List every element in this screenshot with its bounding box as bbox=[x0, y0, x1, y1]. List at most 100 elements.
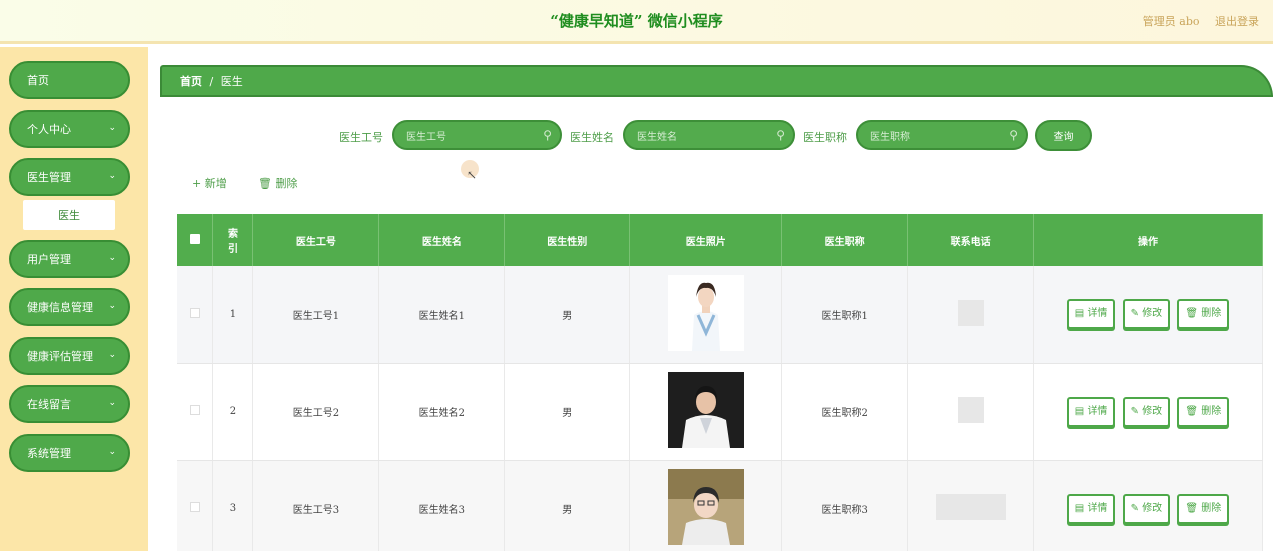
batch-delete-label: 删除 bbox=[275, 177, 298, 190]
cell-index: 3 bbox=[212, 460, 254, 551]
edit-button[interactable]: ✎ 修改 bbox=[1122, 493, 1171, 524]
edit-icon: ✎ bbox=[1130, 502, 1143, 514]
header-doctor-photo[interactable]: 医生照片 bbox=[629, 214, 783, 266]
select-all-cell bbox=[177, 214, 214, 266]
detail-label: 详情 bbox=[1087, 502, 1108, 514]
header-doctor-name[interactable]: 医生姓名 bbox=[378, 214, 506, 266]
select-all-checkbox[interactable] bbox=[189, 233, 200, 244]
cell-doctor-photo bbox=[629, 266, 783, 364]
row-select-cell bbox=[177, 363, 214, 461]
sidebar-item-online-message[interactable]: 在线留言 ⌄ bbox=[9, 385, 130, 423]
doctor-photo[interactable] bbox=[667, 469, 744, 545]
header-index[interactable]: 索引 bbox=[212, 214, 254, 266]
row-checkbox[interactable] bbox=[189, 405, 200, 415]
sidebar-item-system-management[interactable]: 系统管理 ⌄ bbox=[9, 434, 130, 472]
app-title: “健康早知道” 微信小程序 bbox=[550, 12, 723, 30]
query-button[interactable]: 查询 bbox=[1035, 120, 1092, 151]
doctor-table: 索引 医生工号 医生姓名 医生性别 医生照片 医生职称 联系电话 操作 1 医生… bbox=[177, 214, 1263, 551]
trash-icon: 🗑 bbox=[1185, 308, 1202, 320]
delete-label: 删除 bbox=[1201, 405, 1222, 417]
phone-redacted bbox=[957, 397, 984, 423]
cell-index: 2 bbox=[212, 363, 254, 461]
chevron-down-icon: ⌄ bbox=[108, 171, 116, 181]
search-icon: ⚲ bbox=[1009, 128, 1018, 142]
doctor-id-input[interactable]: 医生工号 ⚲ bbox=[392, 120, 562, 150]
sidebar-item-label: 用户管理 bbox=[27, 253, 71, 266]
breadcrumb-home[interactable]: 首页 bbox=[180, 75, 202, 88]
detail-button[interactable]: ▤ 详情 bbox=[1066, 493, 1116, 524]
plus-icon: + bbox=[192, 177, 205, 190]
input-placeholder: 医生工号 bbox=[406, 131, 446, 143]
doctor-title-input[interactable]: 医生职称 ⚲ bbox=[856, 120, 1028, 150]
header-doctor-id[interactable]: 医生工号 bbox=[252, 214, 380, 266]
row-select-cell bbox=[177, 460, 214, 551]
row-checkbox[interactable] bbox=[189, 502, 200, 512]
table-row: 3 医生工号3 医生姓名3 男 医生职称3 ▤ 详情 ✎ 修改 🗑 删除 bbox=[177, 460, 1263, 551]
header-phone[interactable]: 联系电话 bbox=[907, 214, 1035, 266]
add-button[interactable]: + 新增 bbox=[192, 175, 227, 191]
doctor-photo[interactable] bbox=[667, 274, 744, 351]
detail-icon: ▤ bbox=[1074, 502, 1088, 514]
delete-button[interactable]: 🗑 删除 bbox=[1177, 396, 1230, 427]
cell-operations: ▤ 详情 ✎ 修改 🗑 删除 bbox=[1033, 363, 1263, 461]
detail-button[interactable]: ▤ 详情 bbox=[1066, 299, 1116, 330]
cell-doctor-id: 医生工号3 bbox=[252, 460, 380, 551]
cell-doctor-gender: 男 bbox=[504, 460, 631, 551]
sidebar-item-home[interactable]: 首页 bbox=[9, 61, 130, 99]
detail-button[interactable]: ▤ 详情 bbox=[1066, 396, 1116, 427]
batch-delete-button[interactable]: 🗑 删除 bbox=[258, 175, 297, 191]
cell-doctor-name: 医生姓名2 bbox=[378, 363, 506, 461]
cell-doctor-name: 医生姓名3 bbox=[378, 460, 506, 551]
trash-icon: 🗑 bbox=[1185, 405, 1202, 417]
detail-icon: ▤ bbox=[1074, 405, 1088, 417]
edit-button[interactable]: ✎ 修改 bbox=[1122, 299, 1171, 330]
header-operations: 操作 bbox=[1033, 214, 1263, 266]
search-icon: ⚲ bbox=[543, 128, 552, 142]
add-button-label: 新增 bbox=[204, 177, 227, 190]
search-icon: ⚲ bbox=[776, 128, 785, 142]
admin-label: 管理员 abo bbox=[1142, 15, 1200, 28]
edit-label: 修改 bbox=[1142, 502, 1163, 514]
sidebar-item-personal-center[interactable]: 个人中心 ⌄ bbox=[9, 110, 130, 148]
cell-index: 1 bbox=[212, 266, 254, 364]
header-doctor-title[interactable]: 医生职称 bbox=[781, 214, 909, 266]
mouse-pointer-icon: ↖ bbox=[467, 168, 478, 182]
doctor-name-input[interactable]: 医生姓名 ⚲ bbox=[623, 120, 795, 150]
logout-link[interactable]: 退出登录 bbox=[1215, 15, 1259, 28]
sidebar-item-label: 个人中心 bbox=[27, 123, 71, 136]
sidebar-item-health-info[interactable]: 健康信息管理 ⌄ bbox=[9, 288, 130, 326]
edit-icon: ✎ bbox=[1130, 405, 1143, 417]
sidebar-item-user-management[interactable]: 用户管理 ⌄ bbox=[9, 240, 130, 278]
delete-button[interactable]: 🗑 删除 bbox=[1177, 299, 1230, 330]
phone-redacted bbox=[935, 494, 1006, 520]
doctor-photo[interactable] bbox=[667, 372, 744, 448]
row-checkbox[interactable] bbox=[189, 307, 200, 318]
input-placeholder: 医生职称 bbox=[870, 131, 910, 143]
sidebar-item-label: 在线留言 bbox=[27, 398, 71, 411]
delete-label: 删除 bbox=[1201, 502, 1222, 514]
chevron-down-icon: ⌄ bbox=[108, 253, 116, 263]
delete-button[interactable]: 🗑 删除 bbox=[1177, 493, 1230, 524]
search-label-doctor-name: 医生姓名 bbox=[570, 131, 614, 144]
table-header-row: 索引 医生工号 医生姓名 医生性别 医生照片 医生职称 联系电话 操作 bbox=[177, 214, 1263, 266]
edit-label: 修改 bbox=[1142, 405, 1163, 417]
sidebar-item-health-assessment[interactable]: 健康评估管理 ⌄ bbox=[9, 337, 130, 375]
sidebar-item-label: 健康评估管理 bbox=[27, 350, 93, 363]
trash-icon: 🗑 bbox=[258, 177, 276, 190]
sidebar-item-label: 健康信息管理 bbox=[27, 301, 93, 314]
sidebar-item-label: 医生管理 bbox=[27, 171, 71, 184]
sidebar: 首页 个人中心 ⌄ 医生管理 ⌄ 医生 用户管理 ⌄ 健康信息管理 ⌄ 健康评估… bbox=[0, 47, 148, 551]
cell-doctor-id: 医生工号1 bbox=[252, 266, 380, 364]
sidebar-item-doctor-management[interactable]: 医生管理 ⌄ bbox=[9, 158, 130, 196]
detail-icon: ▤ bbox=[1074, 308, 1088, 320]
search-label-doctor-id: 医生工号 bbox=[339, 131, 383, 144]
header-doctor-gender[interactable]: 医生性别 bbox=[504, 214, 631, 266]
delete-label: 删除 bbox=[1201, 308, 1222, 320]
submenu-item-doctor[interactable]: 医生 bbox=[23, 200, 115, 230]
edit-button[interactable]: ✎ 修改 bbox=[1122, 396, 1171, 427]
cell-doctor-gender: 男 bbox=[504, 363, 631, 461]
cell-doctor-title: 医生职称1 bbox=[781, 266, 909, 364]
phone-redacted bbox=[957, 299, 984, 326]
cell-phone bbox=[907, 460, 1035, 551]
trash-icon: 🗑 bbox=[1185, 502, 1202, 514]
